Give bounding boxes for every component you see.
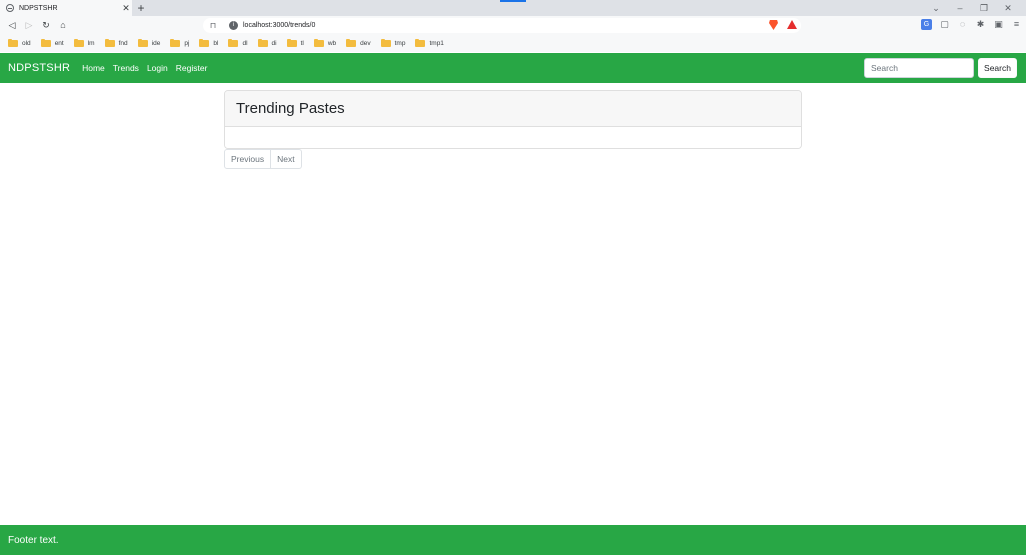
forward-icon[interactable]: ▷ — [22, 18, 36, 32]
window-controls: ⌄ – ❐ ✕ — [924, 0, 1020, 16]
bookmark-folder[interactable]: ide — [137, 38, 161, 47]
bookmark-folder[interactable]: pj — [170, 38, 190, 47]
reload-icon[interactable]: ↻ — [39, 18, 53, 32]
nav-link-login[interactable]: Login — [147, 63, 168, 73]
folder-icon — [257, 38, 268, 47]
bookmark-folder[interactable]: tl — [286, 38, 304, 47]
bookmark-label: ide — [151, 40, 161, 47]
folder-icon — [286, 38, 297, 47]
new-tab-button[interactable]: + — [135, 0, 147, 16]
browser-tab[interactable]: NDPSTSHR ✕ — [0, 0, 132, 16]
bookmark-label: pj — [184, 40, 190, 47]
previous-page-button[interactable]: Previous — [224, 149, 272, 169]
puzzle-icon[interactable]: ✱ — [975, 19, 986, 30]
search-form: Search — [864, 58, 1017, 78]
nav-link-register[interactable]: Register — [176, 63, 208, 73]
bookmark-label: di — [271, 40, 277, 47]
close-tab-icon[interactable]: ✕ — [120, 0, 132, 16]
folder-icon — [199, 38, 210, 47]
folder-icon — [313, 38, 324, 47]
site-navbar: NDPSTSHR Home Trends Login Register Sear… — [0, 53, 1026, 83]
bookmark-folder[interactable]: ent — [40, 38, 64, 47]
search-input[interactable] — [864, 58, 974, 78]
nav-link-trends[interactable]: Trends — [113, 63, 139, 73]
tab-search-indicator — [500, 0, 526, 2]
bookmark-label: lm — [87, 40, 95, 47]
close-window-icon[interactable]: ✕ — [996, 0, 1020, 16]
brand-link[interactable]: NDPSTSHR — [8, 62, 70, 74]
browser-toolbar: ◁ ▷ ↻ ⌂ ⊓ i localhost:3000/trends/0 G ▢ … — [0, 16, 1026, 35]
bookmark-folder[interactable]: tmp1 — [415, 38, 444, 47]
folder-icon — [346, 38, 357, 47]
card-header: Trending Pastes — [225, 91, 801, 127]
bookmark-label: tmp1 — [429, 40, 444, 47]
wallet-icon[interactable]: ▣ — [993, 19, 1004, 30]
bookmark-icon[interactable]: ⊓ — [207, 21, 219, 30]
url-text[interactable]: localhost:3000/trends/0 — [243, 22, 801, 29]
bookmark-label: ent — [54, 40, 64, 47]
bookmark-folder[interactable]: old — [8, 38, 31, 47]
folder-icon — [415, 38, 426, 47]
restore-icon[interactable]: ❐ — [972, 0, 996, 16]
folder-icon — [380, 38, 391, 47]
footer-text: Footer text. — [8, 534, 59, 546]
globe-icon — [6, 4, 14, 12]
card-body — [225, 127, 801, 148]
bookmark-folder[interactable]: fnd — [104, 38, 128, 47]
pagination: Previous Next — [224, 149, 302, 169]
bookmark-folder[interactable]: wb — [313, 38, 337, 47]
site-footer: Footer text. — [0, 525, 1026, 555]
bookmark-folder[interactable]: dl — [228, 38, 248, 47]
extension-icon[interactable]: ◌ — [957, 19, 968, 30]
folder-icon — [8, 38, 18, 47]
bookmark-folder[interactable]: tmp — [380, 38, 406, 47]
extension-icon[interactable]: ▢ — [939, 19, 950, 30]
folder-icon — [228, 38, 239, 47]
folder-icon — [40, 38, 51, 47]
bookmarks-bar: old ent lm fnd ide pj bl dl di tl wb dev… — [0, 35, 1026, 52]
home-icon[interactable]: ⌂ — [56, 18, 70, 32]
minimize-icon[interactable]: – — [948, 0, 972, 16]
search-button[interactable]: Search — [978, 58, 1017, 78]
bookmark-folder[interactable]: bl — [199, 38, 219, 47]
address-bar[interactable]: ⊓ i localhost:3000/trends/0 — [203, 18, 801, 33]
bookmark-label: dl — [242, 40, 248, 47]
bookmark-folder[interactable]: di — [257, 38, 277, 47]
folder-icon — [137, 38, 148, 47]
bookmark-folder[interactable]: dev — [346, 38, 371, 47]
bookmark-label: fnd — [118, 40, 128, 47]
bookmark-label: old — [22, 40, 31, 47]
folder-icon — [170, 38, 181, 47]
bookmark-label: bl — [213, 40, 219, 47]
page-title: Trending Pastes — [236, 100, 345, 117]
site-info-icon[interactable]: i — [229, 21, 238, 30]
bookmark-label: tmp — [394, 40, 406, 47]
brave-rewards-icon[interactable] — [787, 20, 797, 29]
trending-card: Trending Pastes — [224, 90, 802, 149]
bookmark-label: tl — [300, 40, 304, 47]
menu-icon[interactable]: ≡ — [1011, 19, 1022, 30]
bookmark-label: dev — [360, 40, 371, 47]
folder-icon — [104, 38, 115, 47]
next-page-button[interactable]: Next — [271, 149, 302, 169]
tab-title: NDPSTSHR — [19, 4, 58, 12]
folder-icon — [73, 38, 84, 47]
bookmark-label: wb — [327, 40, 337, 47]
browser-tabstrip: NDPSTSHR ✕ + ⌄ – ❐ ✕ — [0, 0, 1026, 16]
nav-link-home[interactable]: Home — [82, 63, 105, 73]
bookmark-folder[interactable]: lm — [73, 38, 95, 47]
tab-search-icon[interactable]: ⌄ — [924, 0, 948, 16]
back-icon[interactable]: ◁ — [5, 18, 19, 32]
translate-icon[interactable]: G — [921, 19, 932, 30]
extension-icons: G ▢ ◌ ✱ ▣ ≡ — [921, 19, 1022, 30]
